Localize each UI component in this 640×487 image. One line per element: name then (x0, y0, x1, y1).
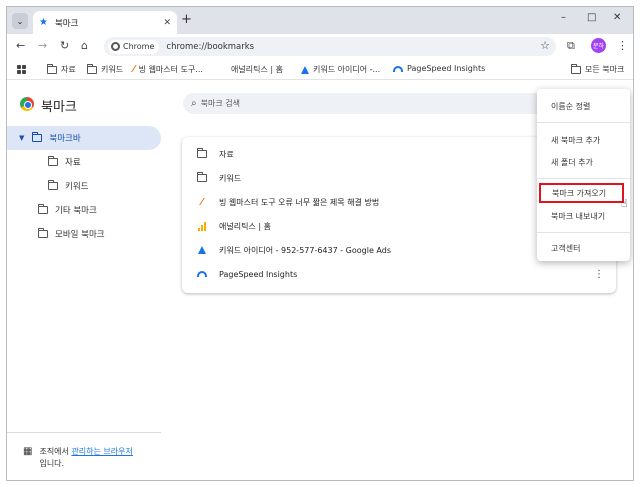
menu-sort-by-name[interactable]: 이름순 정렬 (537, 96, 630, 116)
menu-divider (537, 122, 630, 123)
search-icon: ⌕ (191, 98, 197, 109)
profile-avatar[interactable]: 분하 (591, 38, 606, 53)
back-arrow-icon[interactable]: ← (16, 39, 25, 52)
chevron-down-icon: ⌄ (16, 16, 24, 26)
sidebar-item-keywords[interactable]: 키워드 (48, 174, 88, 198)
organize-menu: 이름순 정렬 새 북마크 추가 새 폴더 추가 북마크 가져오기 북마크 내보내… (537, 89, 630, 261)
sidebar-item-mobile[interactable]: 모바일 북마크 (38, 222, 105, 246)
folder-icon (197, 172, 207, 182)
forward-arrow-icon[interactable]: → (38, 39, 47, 52)
managed-browser-link[interactable]: 관리하는 브라우저 (71, 447, 132, 456)
minimize-button[interactable]: – (561, 12, 566, 23)
url-text[interactable]: chrome://bookmarks (166, 42, 254, 52)
tab-bookmarks[interactable]: ★ 북마크 ✕ (33, 11, 177, 34)
folder-icon (571, 63, 581, 74)
tab-strip: ⌄ ★ 북마크 ✕ + – □ ✕ (7, 7, 633, 34)
hand-cursor-icon: ☝ (621, 197, 628, 210)
search-placeholder: 북마크 검색 (200, 99, 240, 108)
menu-divider (537, 178, 630, 179)
bookmarks-bar: 자료 키워드 ⁄ 빙 웹마스터 도구... 애널리틱스 | 홈 키워드 아이디어… (7, 59, 633, 80)
google-ads-icon (301, 65, 309, 74)
more-menu-icon[interactable]: ⋮ (617, 39, 628, 52)
managed-notice: ▦ 조직에서 관리하는 브라우저 입니다. (23, 446, 133, 468)
bookmark-bar-item-4[interactable]: 키워드 아이디어 -... (301, 64, 380, 75)
bing-icon: ⁄ (133, 64, 135, 75)
menu-add-bookmark[interactable]: 새 북마크 추가 (537, 130, 630, 150)
chrome-icon (111, 42, 120, 51)
page-title: 북마크 (41, 100, 77, 115)
bookmark-bar-item-1[interactable]: 키워드 (87, 63, 123, 75)
address-bar[interactable]: Chrome chrome://bookmarks ☆ (104, 37, 556, 56)
bing-icon: ⁄ (201, 196, 203, 208)
bookmark-bar-item-0[interactable]: 자료 (47, 63, 76, 75)
folder-icon (38, 204, 48, 214)
tab-close-icon[interactable]: ✕ (163, 18, 171, 28)
close-window-button[interactable]: ✕ (613, 12, 621, 23)
extensions-icon[interactable]: ⧉ (567, 39, 575, 53)
star-icon: ★ (39, 17, 48, 28)
bookmark-star-icon[interactable]: ☆ (540, 39, 550, 52)
site-chip[interactable]: Chrome (108, 39, 160, 54)
apps-icon[interactable] (17, 65, 26, 74)
folder-icon (48, 180, 58, 190)
chrome-logo-icon (20, 97, 34, 111)
list-item[interactable]: PageSpeed Insights ⋮ (182, 262, 616, 286)
folder-icon (38, 228, 48, 238)
menu-import-bookmarks[interactable]: 북마크 가져오기 (539, 183, 624, 203)
folder-icon (48, 156, 58, 166)
sidebar-item-bookmarks-bar[interactable]: ▼ 북마크바 (7, 126, 161, 150)
tab-search-button[interactable]: ⌄ (12, 13, 28, 29)
sidebar-item-data[interactable]: 자료 (48, 150, 81, 174)
menu-add-folder[interactable]: 새 폴더 추가 (537, 152, 630, 172)
browser-window: ⌄ ★ 북마크 ✕ + – □ ✕ ← → ↻ ⌂ Chrome chrome:… (6, 6, 634, 481)
site-chip-label: Chrome (123, 42, 155, 51)
new-tab-button[interactable]: + (181, 12, 192, 27)
analytics-icon (198, 221, 206, 231)
folder-icon (32, 132, 43, 142)
all-bookmarks-button[interactable]: 모든 북마크 (571, 63, 624, 75)
pagespeed-icon (393, 65, 403, 72)
bookmark-bar-item-3[interactable]: 애널리틱스 | 홈 (227, 64, 283, 75)
more-actions-icon[interactable]: ⋮ (594, 269, 604, 280)
menu-help-center[interactable]: 고객센터 (537, 238, 630, 258)
sidebar-divider (7, 432, 161, 433)
pagespeed-icon (197, 271, 207, 277)
toolbar: ← → ↻ ⌂ Chrome chrome://bookmarks ☆ ⧉ 분하… (7, 34, 633, 59)
tab-title: 북마크 (54, 18, 79, 29)
reload-icon[interactable]: ↻ (60, 39, 69, 52)
home-icon[interactable]: ⌂ (81, 39, 88, 52)
expand-arrow-icon[interactable]: ▼ (19, 134, 24, 142)
bookmark-bar-item-2[interactable]: ⁄ 빙 웹마스터 도구... (133, 64, 203, 75)
folder-icon (197, 148, 207, 158)
menu-divider (537, 232, 630, 233)
building-icon: ▦ (23, 446, 33, 457)
maximize-button[interactable]: □ (587, 12, 596, 23)
bookmark-bar-item-5[interactable]: PageSpeed Insights (393, 64, 485, 73)
folder-icon (87, 63, 97, 74)
google-ads-icon (198, 246, 206, 254)
menu-export-bookmarks[interactable]: 북마크 내보내기 (537, 206, 630, 226)
sidebar-item-other[interactable]: 기타 북마크 (38, 198, 97, 222)
folder-icon (47, 63, 57, 74)
